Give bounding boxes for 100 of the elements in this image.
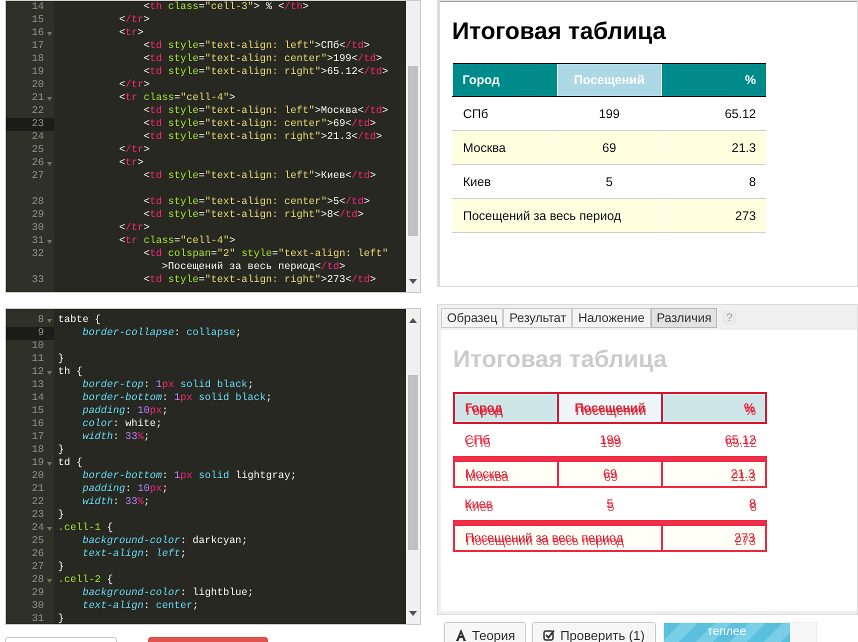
line-number: 30 — [32, 600, 45, 613]
scroll-up-icon[interactable] — [409, 318, 417, 323]
table-cell: 21.3 — [662, 130, 766, 164]
code-line: } — [57, 613, 64, 624]
table-cell: 273 — [662, 198, 766, 232]
code-line: <td style="text-align: right">65.12</td> — [143, 66, 388, 79]
table-cell: 69 — [557, 130, 662, 164]
code-line: border-collapse: collapse; — [81, 327, 242, 340]
diff-header-cell: Посещений — [558, 393, 662, 423]
diff-cell: 273 — [662, 523, 766, 551]
line-number: 26 — [32, 548, 45, 561]
diff-cell: 65.12 — [662, 423, 766, 459]
code-line: text-align: center; — [81, 600, 199, 613]
diff-cell: СПб — [454, 423, 558, 459]
line-number: 13 — [32, 379, 45, 392]
code-line: width: 33%; — [81, 431, 150, 444]
table-header-cell: Посещений — [557, 64, 662, 96]
code-line: background-color: darkcyan; — [81, 535, 248, 548]
code-line: th { — [57, 366, 82, 379]
code-line: <td style="text-align: center">69</td> — [142, 118, 376, 131]
line-number: 9 — [38, 327, 45, 340]
line-number: 30 — [32, 222, 45, 235]
line-number: 23 — [32, 118, 45, 131]
code-line: <td style="text-align: center">199</td> — [142, 53, 382, 66]
code-line: </tr> — [118, 144, 150, 157]
line-number: 14 — [32, 1, 45, 14]
diff-cell: 8 — [662, 487, 766, 523]
letter-a-icon — [455, 629, 467, 641]
line-number: 15 — [32, 14, 45, 27]
line-number: 29 — [32, 209, 45, 222]
table-cell: Посещений за весь период — [452, 198, 662, 232]
diff-header-cell: % — [662, 393, 766, 423]
line-number: 25 — [32, 144, 45, 157]
code-line: } — [57, 353, 64, 366]
code-line: </tr> — [118, 79, 150, 92]
code-line: text-align: left; — [81, 548, 186, 561]
code-line: .cell-1 { — [57, 522, 114, 535]
line-number: 11 — [32, 353, 45, 366]
tab[interactable]: Наложение — [572, 308, 651, 328]
scroll-down-icon[interactable] — [409, 279, 417, 284]
code-line: <td style="text-align: right">273</td> — [142, 274, 376, 287]
table-cell: Москва — [452, 130, 557, 164]
line-number: 32 — [32, 248, 45, 261]
line-number: 18 — [32, 444, 45, 457]
line-number: 24 — [32, 131, 45, 144]
scrollbar[interactable] — [406, 1, 420, 292]
line-number: 15 — [32, 405, 45, 418]
scroll-down-icon[interactable] — [409, 611, 417, 616]
code-line: border-bottom: 1px solid black; — [81, 392, 272, 405]
line-number: 20 — [32, 470, 45, 483]
code-line: </tr> — [118, 222, 150, 235]
diff-cell: 5 — [558, 487, 662, 523]
code-line: </tr> — [118, 14, 150, 27]
code-editor[interactable] — [5, 308, 421, 625]
check-button[interactable]: Проверить (1) — [532, 622, 656, 642]
scrollbar-thumb[interactable] — [408, 375, 418, 550]
code-line: } — [57, 444, 64, 457]
table-header-cell: % — [662, 64, 766, 96]
line-number: 28 — [32, 196, 45, 209]
line-number: 33 — [32, 274, 45, 287]
line-number: 10 — [32, 340, 45, 353]
tab[interactable]: Различия — [650, 308, 718, 328]
scrollbar-thumb[interactable] — [408, 66, 418, 236]
code-line: td { — [57, 457, 82, 470]
line-number: 27 — [32, 170, 45, 184]
diff-cell: Киев — [454, 487, 558, 523]
diff-header-cell: Город — [454, 393, 558, 423]
line-number: 19 — [32, 66, 45, 79]
theory-button[interactable]: Теория — [444, 622, 526, 642]
code-line: <tr class="cell-4"> — [118, 235, 236, 248]
table-header-cell: Город — [452, 64, 557, 96]
diff-cell: Москва — [454, 459, 558, 487]
code-line: <tr> — [118, 157, 144, 170]
line-number: 31 — [32, 613, 45, 624]
code-line: } — [57, 509, 64, 522]
code-line: <td style="text-align: left">Киев</td> — [142, 170, 376, 183]
line-number: 22 — [32, 496, 45, 509]
line-number: 18 — [32, 53, 45, 66]
code-line: border-bottom: 1px solid lightgray; — [81, 470, 296, 483]
code-line: <td style="text-align: right">8</td> — [143, 209, 364, 222]
code-line: <td colspan="2" style="text-align: left" — [142, 248, 388, 261]
line-number: 25 — [32, 535, 45, 548]
line-number: 22 — [32, 105, 45, 118]
line-number: 17 — [32, 40, 45, 53]
code-line: } — [57, 561, 64, 574]
scrollbar[interactable] — [406, 309, 420, 624]
code-line: <tr> — [118, 27, 144, 40]
code-line: <td style="text-align: center">5</td> — [142, 196, 370, 209]
code-line: background-color: lightblue; — [81, 587, 254, 600]
code-line: <td style="text-align: left">СПб</td> — [142, 40, 370, 53]
checkbox-icon — [543, 629, 556, 641]
line-number: 23 — [32, 509, 45, 522]
line-number: 27 — [32, 561, 45, 574]
tab[interactable]: Результат — [503, 308, 572, 328]
tab[interactable]: Образец — [441, 308, 504, 328]
code-line: <td style="text-align: left">Москва</td> — [142, 105, 388, 118]
code-line: <tr class="cell-4"> — [118, 92, 236, 105]
line-number: 17 — [32, 431, 45, 444]
code-line: <td style="text-align: right">21.3</td> — [143, 131, 382, 144]
code-editor[interactable] — [5, 0, 421, 293]
